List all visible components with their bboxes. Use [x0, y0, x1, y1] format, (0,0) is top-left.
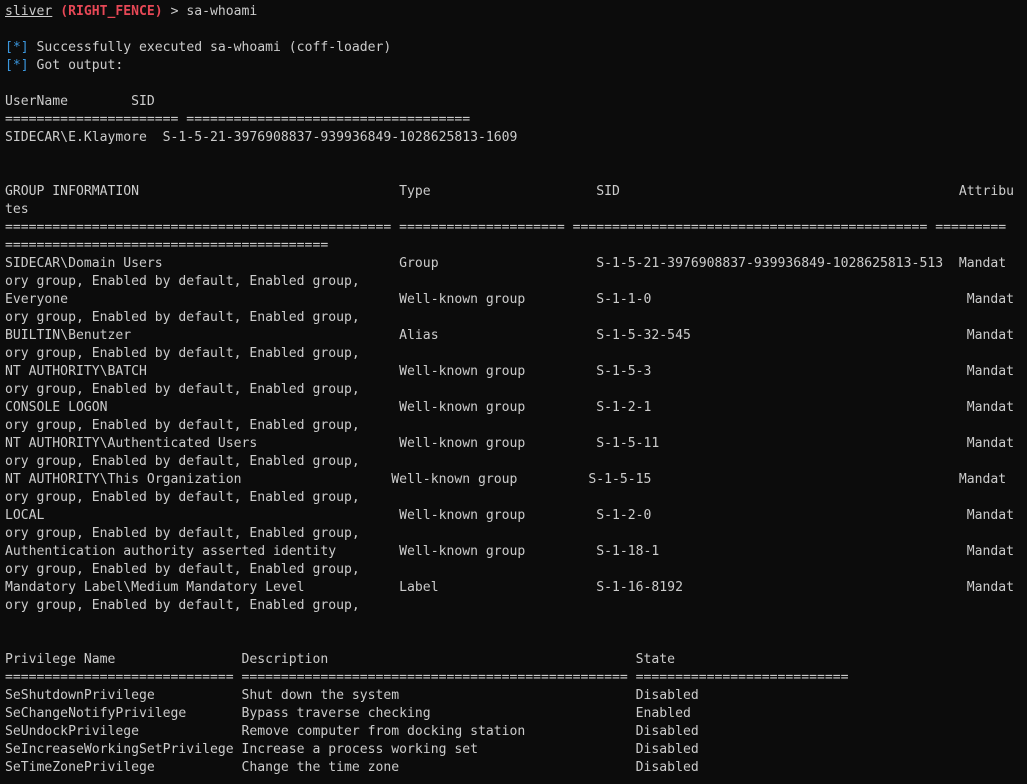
output-line: ory group, Enabled by default, Enabled g… [5, 598, 360, 613]
output-line: GROUP INFORMATION Type SID Attribu [5, 184, 1015, 199]
output-line: Privilege Name Description State [5, 652, 676, 667]
output-line: SeChangeNotifyPrivilege Bypass traverse … [5, 706, 691, 721]
prompt-host: sliver [5, 4, 53, 19]
output-line: [*] Successfully executed sa-whoami (cof… [5, 39, 1027, 57]
output-line: ========================================… [5, 238, 329, 253]
output-line: NT AUTHORITY\BATCH Well-known group S-1-… [5, 364, 1015, 379]
output-line: SIDECAR\Domain Users Group S-1-5-21-3976… [5, 256, 1007, 271]
output-line: SeTimeZonePrivilege Change the time zone… [5, 760, 699, 775]
output-line: ory group, Enabled by default, Enabled g… [5, 454, 360, 469]
output-line: Everyone Well-known group S-1-1-0 Mandat [5, 292, 1015, 307]
output-line: ====================== =================… [5, 112, 471, 127]
output-line: SeUndockPrivilege Remove computer from d… [5, 724, 699, 739]
output-line: ory group, Enabled by default, Enabled g… [5, 490, 360, 505]
output-line: ory group, Enabled by default, Enabled g… [5, 526, 360, 541]
output-line: tes [5, 202, 29, 217]
output-line: UserName SID [5, 94, 155, 109]
output-line: CONSOLE LOGON Well-known group S-1-2-1 M… [5, 400, 1015, 415]
terminal-output: sliver (RIGHT_FENCE) > sa-whoami [*] Succ… [0, 0, 1027, 777]
output-line: SIDECAR\E.Klaymore S-1-5-21-3976908837-9… [5, 130, 518, 145]
output-line: Authentication authority asserted identi… [5, 544, 1015, 559]
output-line: SeShutdownPrivilege Shut down the system… [5, 688, 699, 703]
output-line: ory group, Enabled by default, Enabled g… [5, 310, 360, 325]
output-line: LOCAL Well-known group S-1-2-0 Mandat [5, 508, 1015, 523]
output-line: NT AUTHORITY\Authenticated Users Well-kn… [5, 436, 1015, 451]
status-marker: [*] [5, 40, 29, 55]
output-line: ory group, Enabled by default, Enabled g… [5, 418, 360, 433]
output-line: [*] Got output: [5, 57, 1027, 75]
output-line: ory group, Enabled by default, Enabled g… [5, 562, 360, 577]
prompt-symbol: > [170, 4, 179, 19]
terminal-window[interactable]: sliver (RIGHT_FENCE) > sa-whoami [*] Succ… [0, 0, 1027, 784]
status-message: Successfully executed sa-whoami (coff-lo… [28, 40, 392, 55]
output-line: ory group, Enabled by default, Enabled g… [5, 274, 360, 289]
output-line: ========================================… [5, 220, 1007, 235]
output-line: ory group, Enabled by default, Enabled g… [5, 382, 360, 397]
output-line: ory group, Enabled by default, Enabled g… [5, 346, 360, 361]
output-line: ============================= ==========… [5, 670, 849, 685]
output-line: NT AUTHORITY\This Organization Well-know… [5, 472, 1007, 487]
output-line: BUILTIN\Benutzer Alias S-1-5-32-545 Mand… [5, 328, 1015, 343]
status-marker: [*] [5, 58, 29, 73]
output-lines: [*] Successfully executed sa-whoami (cof… [5, 21, 1027, 777]
prompt-session-name: (RIGHT_FENCE) [60, 4, 163, 19]
output-line: Mandatory Label\Medium Mandatory Level L… [5, 580, 1015, 595]
status-message: Got output: [28, 58, 124, 73]
output-line: SeIncreaseWorkingSetPrivilege Increase a… [5, 742, 699, 757]
prompt-line: sliver (RIGHT_FENCE) > sa-whoami [5, 3, 1027, 21]
prompt-command: sa-whoami [186, 4, 258, 19]
